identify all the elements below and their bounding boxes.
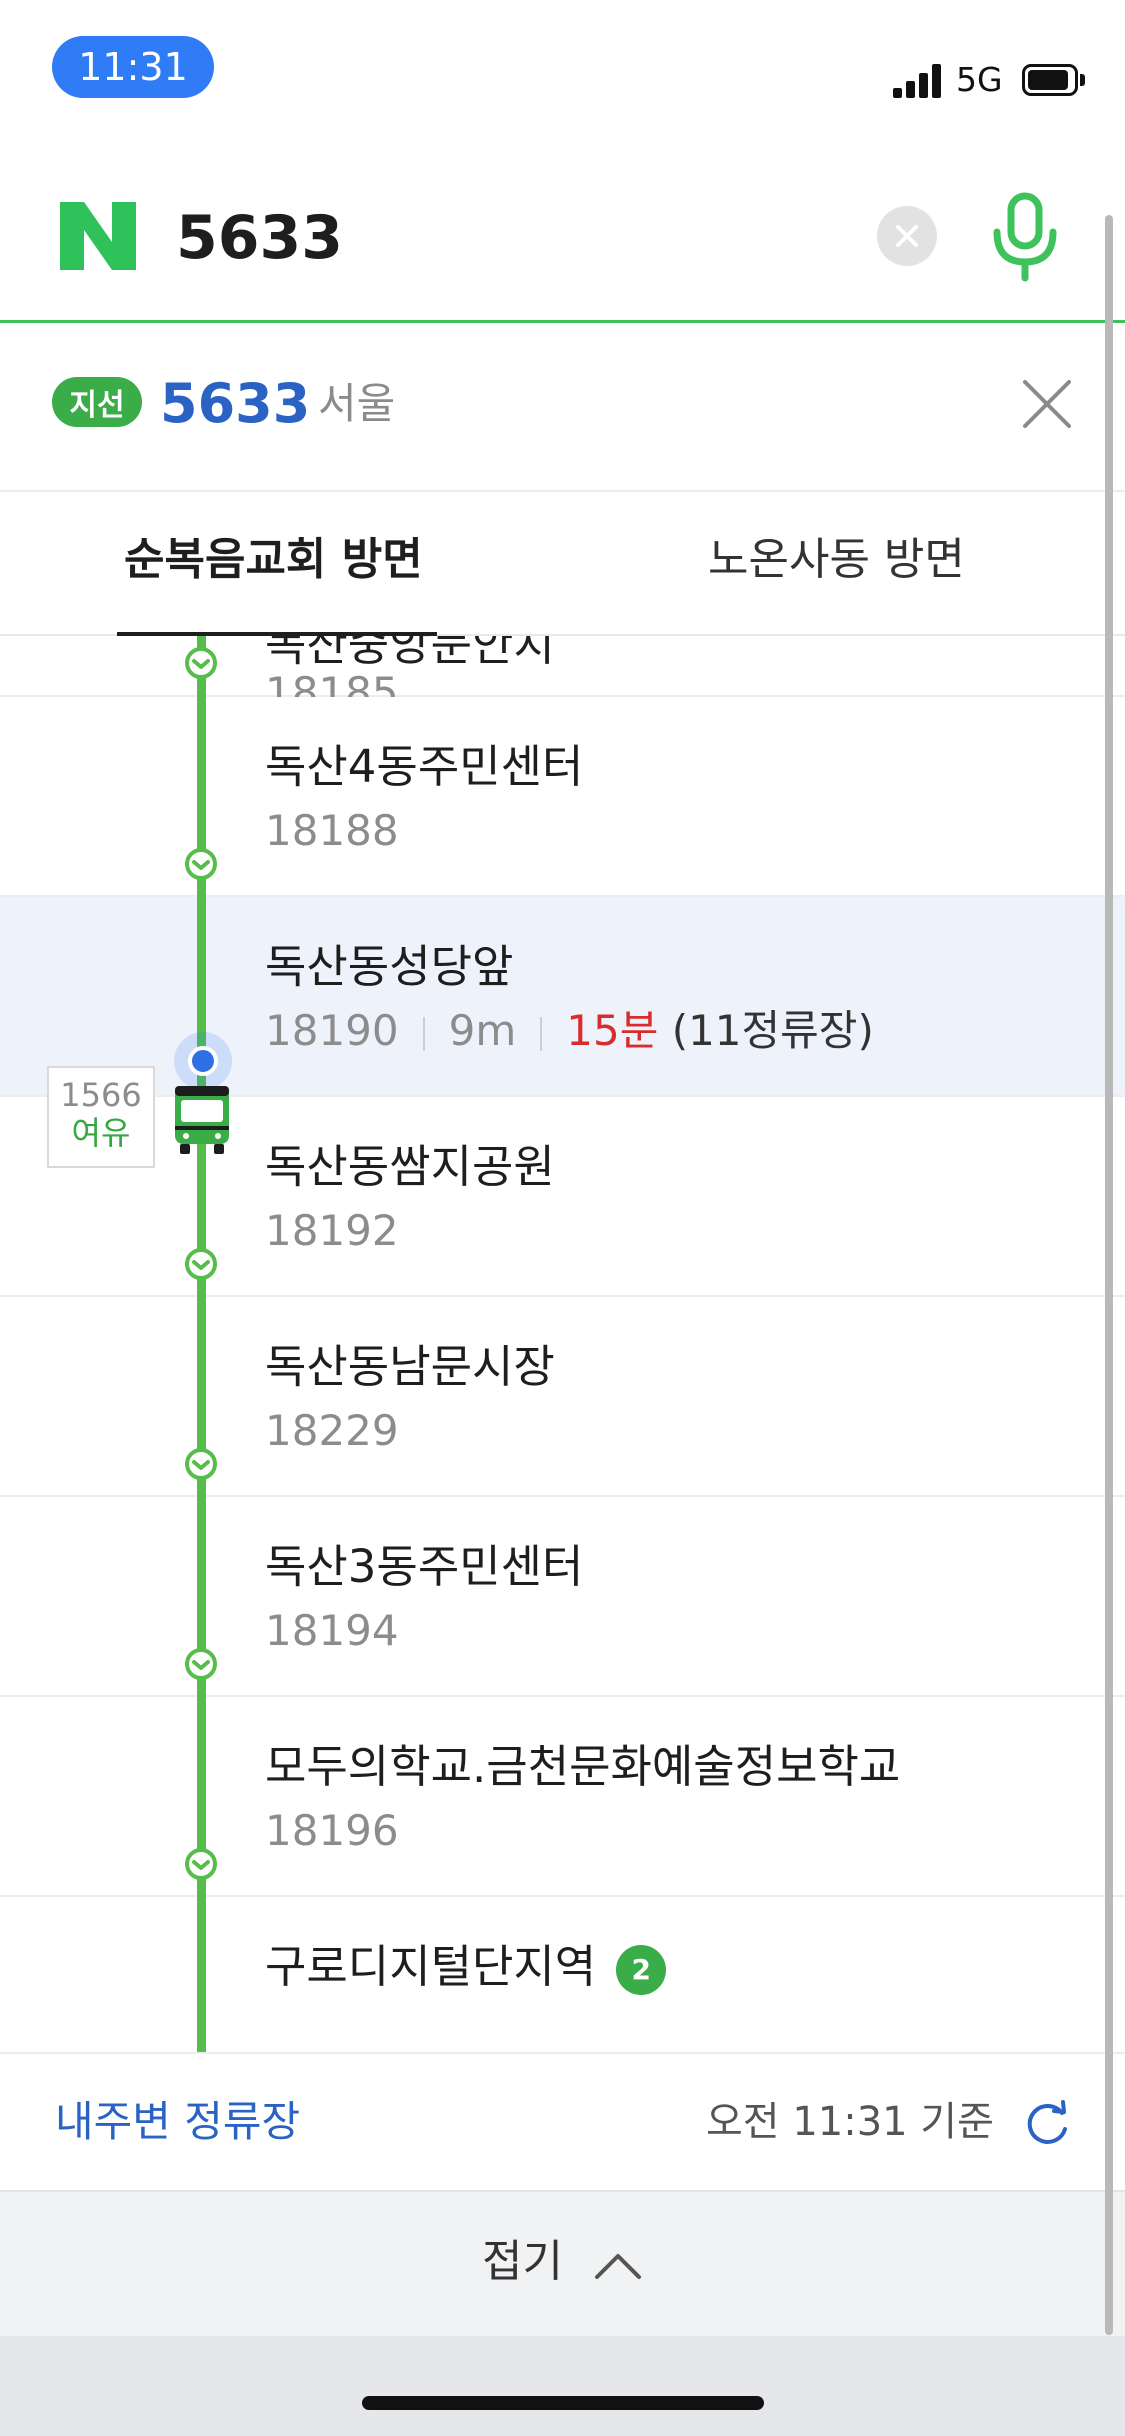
- stop-id: 18192: [265, 1206, 399, 1255]
- signal-icon: [893, 64, 945, 98]
- refresh-icon[interactable]: [1022, 2099, 1072, 2149]
- stop-name: 독산동성당앞: [265, 940, 514, 993]
- tab-direction-1[interactable]: 순복음교회 방면: [124, 530, 423, 590]
- stop-name: 모두의학교.금천문화예술정보학교: [265, 1740, 901, 1793]
- voice-search-button[interactable]: [990, 192, 1060, 282]
- network-label: 5G: [956, 60, 1003, 99]
- check-circle-icon: [185, 647, 217, 679]
- stop-row[interactable]: 독산동쌈지공원 18192: [0, 1097, 1125, 1297]
- bus-crowding: 여유: [71, 1114, 131, 1152]
- stop-row-current[interactable]: 독산동성당앞 18190 9m 15분 (11정류장): [0, 897, 1125, 1097]
- home-area: [0, 2336, 1125, 2436]
- stop-name: 독산동남문시장: [265, 1340, 555, 1393]
- route-region: 서울: [318, 379, 396, 428]
- current-location-dot: [188, 1046, 218, 1076]
- stop-id: 18188: [265, 806, 399, 855]
- clear-icon: [896, 225, 918, 247]
- check-circle-icon: [185, 1648, 217, 1680]
- chevron-up-icon: [595, 2254, 641, 2279]
- bus-number: 1566: [60, 1076, 142, 1114]
- check-circle-icon: [185, 1848, 217, 1880]
- route-number: 5633: [160, 372, 311, 435]
- status-time: 11:31: [52, 36, 214, 98]
- search-input[interactable]: 5633: [176, 200, 343, 276]
- stop-id: 18196: [265, 1806, 399, 1855]
- route-type-badge: 지선: [52, 377, 142, 427]
- scrollbar[interactable]: [1105, 215, 1113, 2335]
- battery-icon: [1022, 64, 1086, 96]
- stop-row[interactable]: 구로디지털단지역 2: [0, 1897, 1125, 2052]
- stop-row[interactable]: 독산3동주민센터 18194: [0, 1497, 1125, 1697]
- stop-id: 18194: [265, 1606, 399, 1655]
- bus-label[interactable]: 1566 여유: [47, 1066, 155, 1168]
- stop-row[interactable]: 모두의학교.금천문화예술정보학교 18196: [0, 1697, 1125, 1897]
- stop-name: 독산4동주민센터: [265, 740, 584, 793]
- tab-direction-2[interactable]: 노온사동 방면: [708, 530, 965, 590]
- stop-arrival-info: 18190 9m 15분 (11정류장): [265, 1003, 874, 1059]
- naver-logo-icon[interactable]: [58, 200, 138, 272]
- footer-bar: 내주변 정류장 오전 11:31 기준: [0, 2052, 1125, 2190]
- stop-row[interactable]: 독산중앙문안지 18185: [0, 636, 1125, 717]
- stop-row[interactable]: 독산동남문시장 18229: [0, 1297, 1125, 1497]
- stop-row[interactable]: 독산4동주민센터 18188: [0, 697, 1125, 897]
- stop-distance: 9m: [448, 1006, 517, 1055]
- arrival-eta-minutes: 15분: [566, 1006, 659, 1055]
- close-icon: [1023, 380, 1071, 428]
- updated-time: 오전 11:31 기준: [706, 2099, 994, 2145]
- stop-name: 독산동쌈지공원: [265, 1140, 555, 1193]
- divider: [0, 490, 1125, 492]
- check-circle-icon: [185, 1448, 217, 1480]
- stop-list[interactable]: 독산중앙문안지 18185 독산4동주민센터 18188 독산동성당앞 1819…: [0, 636, 1125, 2052]
- home-indicator[interactable]: [362, 2396, 764, 2410]
- nearby-stops-link[interactable]: 내주변 정류장: [55, 2094, 300, 2150]
- stop-name-text: 구로디지털단지역: [265, 1940, 597, 1993]
- stop-id: 18190: [265, 1006, 399, 1055]
- arrival-eta-stops: (11정류장): [671, 1006, 874, 1055]
- collapse-label: 접기: [482, 2236, 563, 2287]
- search-underline: [0, 320, 1125, 323]
- collapse-button[interactable]: 접기: [0, 2190, 1125, 2336]
- clear-search-button[interactable]: [877, 206, 937, 266]
- stop-name: 독산3동주민센터: [265, 1540, 584, 1593]
- subway-line-badge: 2: [616, 1945, 667, 1995]
- microphone-icon: [993, 192, 1057, 282]
- close-route-button[interactable]: [1021, 378, 1073, 430]
- check-circle-icon: [185, 848, 217, 880]
- bus-icon[interactable]: [172, 1084, 232, 1156]
- stop-id: 18229: [265, 1406, 399, 1455]
- stop-name: 구로디지털단지역 2: [265, 1937, 667, 1997]
- check-circle-icon: [185, 1248, 217, 1280]
